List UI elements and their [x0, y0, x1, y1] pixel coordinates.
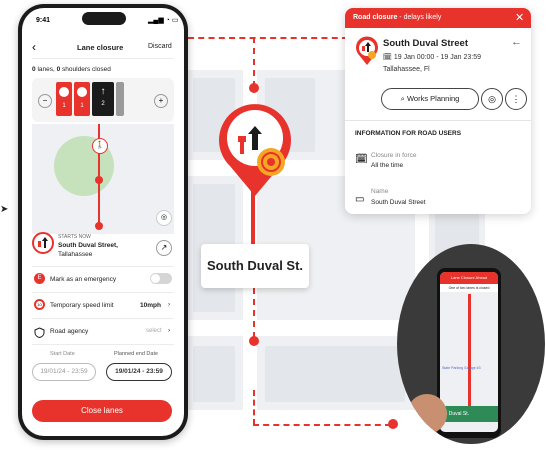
- connector-dot: [388, 419, 398, 429]
- speed-limit-value[interactable]: 10mph: [140, 302, 161, 309]
- road-agency-label: Road agency: [50, 328, 89, 335]
- back-arrow-icon[interactable]: ←: [511, 36, 522, 48]
- mini-map[interactable]: 🚶 ◎: [32, 124, 174, 234]
- connector-line: [253, 390, 255, 425]
- divider: [32, 58, 174, 59]
- location-icon[interactable]: ◎: [481, 88, 503, 110]
- plus-button[interactable]: +: [154, 94, 168, 108]
- lanes-summary: 0 lanes, 0 shoulders closed: [32, 66, 111, 73]
- name-label: Name: [371, 188, 389, 195]
- lane-closure-icon: [355, 36, 379, 66]
- walker-icon: 🚶: [92, 138, 108, 154]
- connector-line: [253, 424, 391, 426]
- notch: [82, 12, 126, 25]
- close-lanes-button[interactable]: Close lanes: [32, 400, 172, 422]
- emergency-toggle[interactable]: [150, 273, 172, 284]
- tag-icon: ▭: [355, 194, 365, 205]
- page-title: Lane closure: [77, 43, 124, 52]
- works-planning-button[interactable]: ⌕ Works Planning: [381, 88, 479, 110]
- closure-label: Closure in force: [371, 152, 417, 159]
- directions-icon[interactable]: ↗: [156, 240, 172, 256]
- connector-line: [253, 37, 255, 87]
- lane-1[interactable]: 1: [56, 82, 72, 116]
- place-label: State Parking Garage #3: [442, 366, 481, 370]
- phone-screen: 9:41 ▂▄▆ ◔ ▭ ‹ Lane closure Discard 0 la…: [22, 8, 184, 436]
- arrow-up-icon: ↑: [100, 86, 106, 97]
- map-block: [265, 346, 405, 402]
- discard-button[interactable]: Discard: [148, 43, 172, 50]
- emergency-label: Mark as an emergency: [50, 276, 117, 283]
- car-dashboard-photo: Lane Closure Ahead One of two lanes is c…: [397, 244, 545, 444]
- street-name: South Duval Street: [383, 38, 468, 49]
- road-line: [468, 294, 471, 406]
- car-street-banner: S Duval St.: [440, 406, 498, 422]
- name-value: South Duval Street: [371, 199, 426, 206]
- more-icon[interactable]: ⋮: [505, 88, 527, 110]
- back-icon[interactable]: ‹: [32, 40, 36, 54]
- divider: [32, 318, 174, 319]
- speed-limit-icon: 10: [34, 299, 45, 310]
- status-time: 9:41: [36, 17, 51, 24]
- map-street-label: South Duval St.: [201, 244, 309, 288]
- divider: [345, 120, 531, 121]
- map-block: [193, 346, 235, 402]
- lane-stepper: − 1 1 ↑ 2 +: [32, 78, 174, 122]
- dates-row: 🗓 19 Jan 00:00 - 19 Jan 23:59: [383, 54, 482, 61]
- emergency-icon: E: [34, 273, 45, 284]
- end-date-field[interactable]: 19/01/24 - 23:59: [106, 363, 172, 381]
- arrow-right-icon: ➤: [0, 204, 9, 215]
- connector-line: [188, 37, 348, 39]
- start-date-field[interactable]: 19/01/24 - 23:59: [32, 363, 96, 381]
- notification-card: Road closure - delays likely ✕ South Duv…: [345, 8, 531, 214]
- notification-header: Road closure - delays likely ✕: [345, 8, 531, 28]
- hand: [407, 394, 447, 434]
- lane-2[interactable]: 1: [74, 82, 90, 116]
- section-title: INFORMATION FOR ROAD USERS: [355, 130, 462, 137]
- starts-label: STARTS NOW: [58, 234, 91, 240]
- chevron-right-icon: ›: [168, 301, 171, 308]
- shoulder[interactable]: [116, 82, 124, 116]
- start-date-label: Start Date: [50, 351, 75, 357]
- lane-3[interactable]: ↑ 2: [92, 82, 114, 116]
- map-dot: [95, 176, 103, 184]
- calendar-icon: 🗓: [383, 54, 392, 61]
- shield-icon: [34, 325, 45, 339]
- city: Tallahassee, Fl: [383, 66, 430, 73]
- car-phone-screen: Lane Closure Ahead One of two lanes is c…: [440, 272, 498, 432]
- car-alert-sub: One of two lanes is closed: [440, 284, 498, 292]
- car-alert-header: Lane Closure Ahead: [440, 272, 498, 284]
- location-icon[interactable]: ◎: [156, 210, 172, 226]
- lane-closure-pin-icon: [210, 92, 300, 207]
- map-dot: [95, 222, 103, 230]
- divider: [32, 266, 174, 267]
- divider: [32, 344, 174, 345]
- connector-line: [253, 288, 255, 338]
- chevron-right-icon: ›: [168, 327, 171, 334]
- address-line1: South Duval Street,: [58, 242, 118, 249]
- calendar-edit-icon: 🗓: [355, 154, 368, 165]
- address-line2: Tallahassee: [58, 251, 93, 258]
- minus-button[interactable]: −: [38, 94, 52, 108]
- notification-title: Road closure - delays likely: [353, 14, 442, 21]
- status-icons: ▂▄▆ ◔ ▭: [148, 17, 179, 24]
- closure-value: All the time: [371, 162, 404, 169]
- connector-dot: [249, 336, 259, 346]
- close-icon[interactable]: ✕: [515, 11, 524, 24]
- road-agency-select[interactable]: select: [146, 328, 162, 334]
- end-date-label: Planned end Date: [114, 351, 159, 357]
- speed-limit-label: Temporary speed limit: [50, 302, 114, 309]
- search-icon: ⌕: [400, 94, 405, 103]
- divider: [32, 292, 174, 293]
- lane-closure-icon: [32, 232, 54, 254]
